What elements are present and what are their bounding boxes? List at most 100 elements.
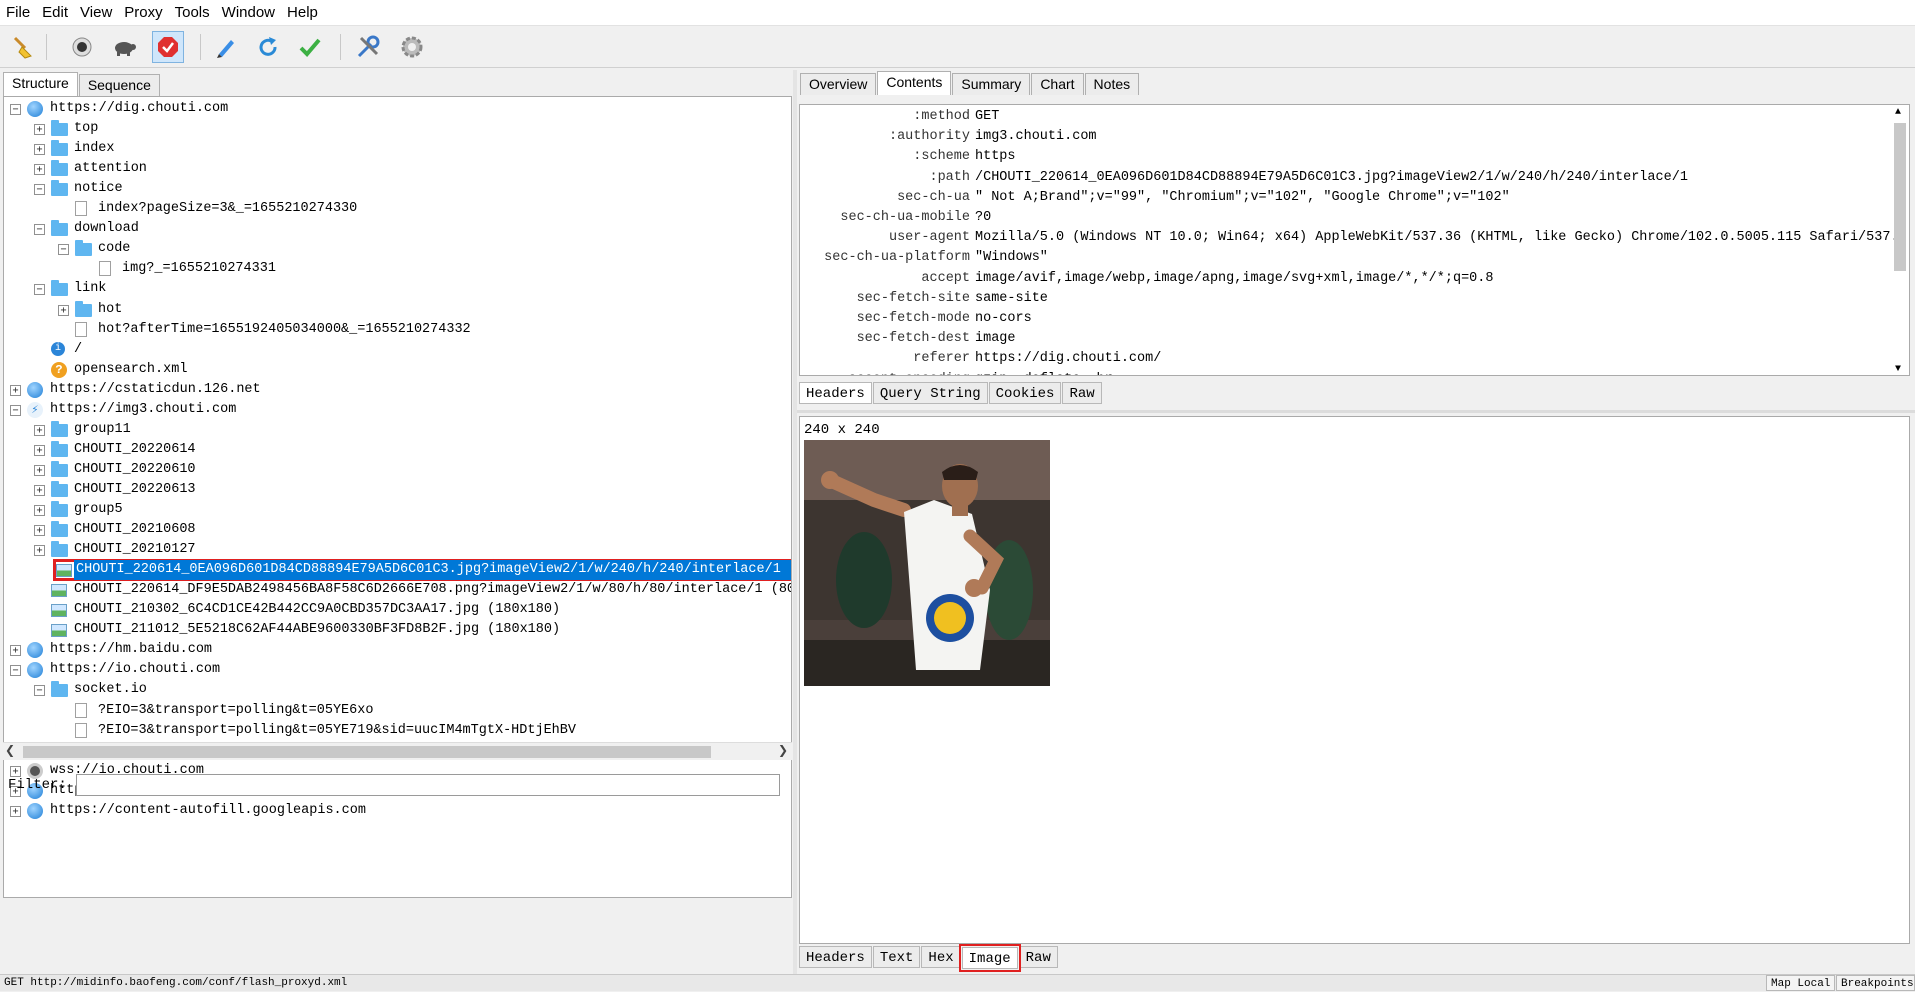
header-row[interactable]: :method GET — [800, 107, 1890, 127]
scroll-down-icon[interactable]: ▼ — [1895, 364, 1901, 375]
header-row[interactable]: user-agent Mozilla/5.0 (Windows NT 10.0; … — [800, 228, 1907, 248]
response-tab-text[interactable]: Text — [872, 946, 921, 968]
menu-view[interactable]: View — [74, 1, 118, 25]
filter-input[interactable] — [76, 774, 780, 796]
request-tab-query-string[interactable]: Query String — [872, 382, 988, 404]
tree-row[interactable]: i / — [4, 340, 791, 360]
tree-row[interactable]: − https://dig.chouti.com — [4, 99, 791, 119]
tab-sequence[interactable]: Sequence — [78, 74, 160, 96]
header-row[interactable]: :scheme https — [800, 147, 1890, 167]
tab-notes[interactable]: Notes — [1084, 73, 1140, 95]
edit-pen-icon[interactable] — [210, 31, 242, 63]
repeat-refresh-icon[interactable] — [252, 31, 284, 63]
scroll-right-icon[interactable]: ❯ — [778, 743, 788, 757]
horizontal-scrollbar[interactable]: ❮ ❯ — [3, 742, 792, 760]
expand-icon[interactable]: + — [34, 484, 45, 496]
tree-row[interactable]: + https://hm.baidu.com — [4, 640, 791, 660]
tree-row[interactable]: + https://cstaticdun.126.net — [4, 380, 791, 400]
tab-summary[interactable]: Summary — [952, 73, 1031, 95]
expand-icon[interactable]: + — [58, 304, 69, 316]
response-tab-hex[interactable]: Hex — [921, 946, 961, 968]
collapse-icon[interactable]: − — [34, 184, 45, 196]
tools-wrench-icon[interactable] — [352, 31, 384, 63]
tree-row[interactable]: − code — [4, 239, 791, 259]
tree-row[interactable]: + group5 — [4, 500, 791, 520]
tree-row[interactable]: CHOUTI_211012_5E5218C62AF44ABE9600330BF3… — [4, 620, 791, 640]
tree-row[interactable]: − ⚡ https://img3.chouti.com — [4, 400, 791, 420]
expand-icon[interactable]: + — [34, 464, 45, 476]
menu-edit[interactable]: Edit — [36, 1, 74, 25]
header-row[interactable]: :path/CHOUTI_220614_0EA096D601D84CD88894… — [800, 168, 1890, 188]
tree-row[interactable]: ?EIO=3&transport=polling&t=05YE6xo — [4, 701, 791, 721]
tree-row[interactable]: CHOUTI_210302_6C4CD1CE42B442CC9A0CBD357D… — [4, 600, 791, 620]
tree-row[interactable]: − notice — [4, 179, 791, 199]
expand-icon[interactable]: + — [34, 545, 45, 557]
expand-icon[interactable]: + — [34, 424, 45, 436]
collapse-icon[interactable]: − — [58, 244, 69, 256]
tree-row[interactable]: + https://content-autofill.googleapis.com — [4, 801, 791, 821]
expand-icon[interactable]: + — [34, 124, 45, 136]
request-tab-headers[interactable]: Headers — [799, 382, 872, 404]
header-row[interactable]: accept-encoding gzip, deflate, br — [800, 370, 1890, 375]
settings-gear-icon[interactable] — [396, 31, 428, 63]
throttle-turtle-icon[interactable] — [108, 31, 140, 63]
collapse-icon[interactable]: − — [10, 404, 21, 416]
collapse-icon[interactable]: − — [34, 685, 45, 697]
expand-icon[interactable]: + — [10, 645, 21, 657]
expand-icon[interactable]: + — [34, 444, 45, 456]
menu-window[interactable]: Window — [216, 1, 281, 25]
tree-row[interactable]: CHOUTI_220614_0EA096D601D84CD88894E79A5D… — [53, 559, 791, 582]
response-tab-raw[interactable]: Raw — [1018, 946, 1058, 968]
expand-icon[interactable]: + — [34, 525, 45, 537]
header-row[interactable]: sec-ch-ua " Not A;Brand";v="99", "Chromiu… — [800, 188, 1890, 208]
scroll-thumb[interactable] — [23, 746, 711, 758]
header-row[interactable]: sec-ch-ua-mobile ?0 — [800, 208, 1890, 228]
tree-row[interactable]: + hot — [4, 300, 791, 320]
expand-icon[interactable]: + — [34, 505, 45, 516]
record-icon[interactable] — [66, 31, 98, 63]
scroll-left-icon[interactable]: ❮ — [5, 743, 15, 757]
menu-file[interactable]: File — [0, 1, 36, 25]
response-tab-headers[interactable]: Headers — [799, 946, 872, 968]
tree-row[interactable]: index?pageSize=3&_=1655210274330 — [4, 199, 791, 219]
menu-help[interactable]: Help — [281, 1, 324, 25]
tree-row[interactable]: hot?afterTime=1655192405034000&_=1655210… — [4, 320, 791, 340]
clear-broom-icon[interactable] — [8, 31, 40, 63]
expand-icon[interactable]: + — [34, 144, 45, 156]
request-tab-cookies[interactable]: Cookies — [988, 382, 1062, 404]
header-row[interactable]: sec-fetch-mode no-cors — [800, 309, 1890, 329]
tree-row[interactable]: + index — [4, 139, 791, 159]
tree-row[interactable]: img?_=1655210274331 — [4, 259, 791, 279]
tree-row[interactable]: − https://io.chouti.com — [4, 660, 791, 680]
response-tab-image[interactable]: Image — [958, 944, 1021, 972]
tree-row[interactable]: + CHOUTI_20220613 — [4, 480, 791, 500]
tab-chart[interactable]: Chart — [1031, 73, 1084, 95]
collapse-icon[interactable]: − — [10, 104, 21, 115]
tree-row[interactable]: + CHOUTI_20210127 — [4, 540, 791, 560]
expand-icon[interactable]: + — [10, 805, 21, 817]
tree-row[interactable]: ?EIO=3&transport=polling&t=05YE719&sid=u… — [4, 721, 791, 741]
menu-tools[interactable]: Tools — [169, 1, 216, 25]
tree-row[interactable]: − link — [4, 279, 791, 299]
validate-check-icon[interactable] — [294, 31, 326, 63]
tree-row[interactable]: + CHOUTI_20210608 — [4, 520, 791, 540]
collapse-icon[interactable]: − — [34, 284, 45, 296]
request-tab-raw[interactable]: Raw — [1062, 382, 1102, 404]
collapse-icon[interactable]: − — [10, 665, 21, 677]
tree-row[interactable]: + CHOUTI_20220610 — [4, 460, 791, 480]
breakpoints-stop-icon[interactable] — [152, 31, 184, 63]
tree-row[interactable]: + CHOUTI_20220614 — [4, 440, 791, 460]
header-row[interactable]: sec-ch-ua-platform "Windows" — [800, 248, 1890, 268]
tree-row[interactable]: − download — [4, 219, 791, 239]
header-row[interactable]: referer https://dig.chouti.com/ — [800, 349, 1890, 369]
vertical-scrollbar[interactable]: ▲ ▼ — [1892, 107, 1908, 375]
breakpoints-button[interactable]: Breakpoints — [1836, 975, 1915, 991]
menu-proxy[interactable]: Proxy — [118, 1, 168, 25]
tab-contents[interactable]: Contents — [877, 71, 952, 95]
header-row[interactable]: sec-fetch-site same-site — [800, 289, 1890, 309]
tab-overview[interactable]: Overview — [800, 73, 877, 95]
collapse-icon[interactable]: − — [34, 224, 45, 236]
expand-icon[interactable]: + — [10, 384, 21, 396]
scroll-up-icon[interactable]: ▲ — [1895, 107, 1901, 118]
tab-structure[interactable]: Structure — [3, 72, 78, 96]
